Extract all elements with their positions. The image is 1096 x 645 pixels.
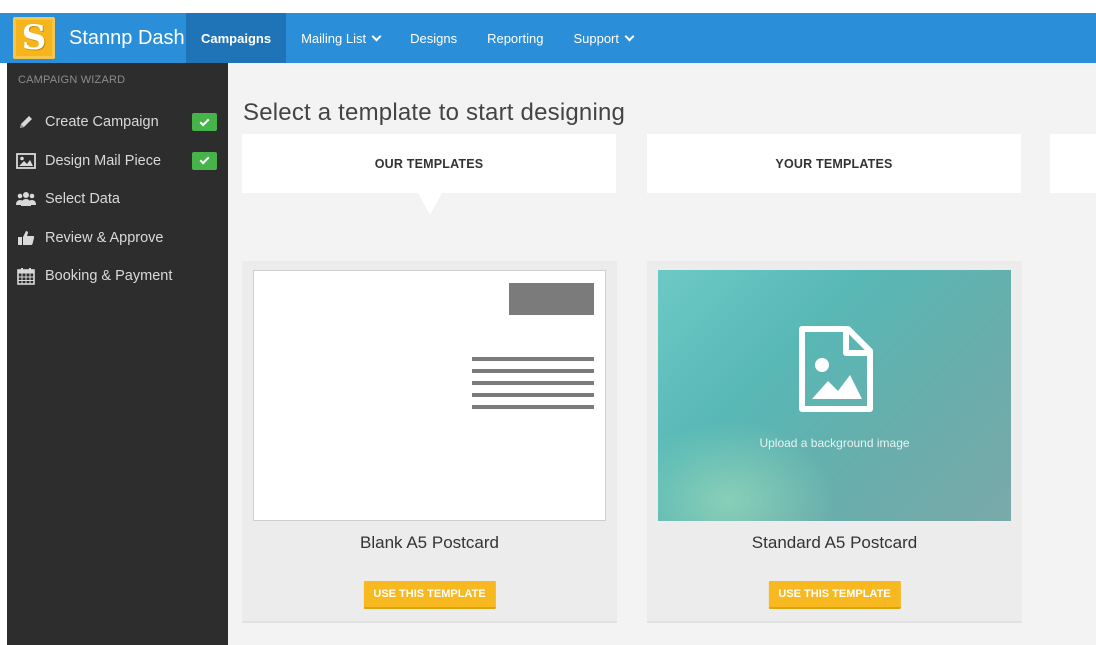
campaign-wizard-sidebar: CAMPAIGN WIZARD Create Campaign Design M… bbox=[7, 63, 228, 645]
top-navbar: S Stannp Dash Campaigns Mailing List Des… bbox=[0, 13, 1096, 63]
tab-your-templates[interactable]: YOUR TEMPLATES bbox=[647, 134, 1021, 193]
sidebar-item-select-data[interactable]: Select Data bbox=[7, 180, 228, 219]
sidebar-item-booking-payment[interactable]: Booking & Payment bbox=[7, 257, 228, 296]
page-title: Select a template to start designing bbox=[243, 99, 626, 126]
sidebar-item-design-mail-piece[interactable]: Design Mail Piece bbox=[7, 142, 228, 181]
app-name: Stannp Dash bbox=[69, 26, 185, 49]
blank-postcard-preview[interactable] bbox=[253, 270, 606, 521]
calendar-icon bbox=[16, 267, 36, 286]
brand-link[interactable]: S Stannp Dash bbox=[9, 13, 186, 63]
template-name: Standard A5 Postcard bbox=[751, 533, 918, 552]
address-line bbox=[472, 357, 594, 361]
chevron-down-icon bbox=[624, 31, 635, 41]
sidebar-item-label: Design Mail Piece bbox=[45, 152, 162, 169]
sidebar-title: CAMPAIGN WIZARD bbox=[18, 74, 126, 86]
image-file-icon bbox=[799, 326, 873, 412]
thumbs-up-icon bbox=[16, 229, 36, 247]
nav-reporting[interactable]: Reporting bbox=[472, 13, 558, 63]
nav-designs[interactable]: Designs bbox=[395, 13, 472, 63]
stannp-logo: S bbox=[13, 17, 55, 59]
sidebar-item-create-campaign[interactable]: Create Campaign bbox=[7, 103, 228, 142]
standard-postcard-preview[interactable]: Upload a background image bbox=[658, 270, 1011, 521]
image-icon bbox=[16, 152, 36, 170]
sidebar-item-label: Review & Approve bbox=[45, 229, 164, 246]
chevron-down-icon bbox=[371, 31, 382, 41]
users-icon bbox=[16, 190, 36, 208]
pencil-icon bbox=[16, 113, 36, 131]
address-line bbox=[472, 405, 594, 409]
use-template-button[interactable]: USE THIS TEMPLATE bbox=[768, 581, 901, 609]
sidebar-item-label: Select Data bbox=[45, 191, 120, 208]
nav-campaigns[interactable]: Campaigns bbox=[186, 13, 287, 63]
active-tab-pointer bbox=[418, 193, 442, 215]
tab-our-templates[interactable]: OUR TEMPLATES bbox=[242, 134, 616, 193]
nav-mailing-list[interactable]: Mailing List bbox=[286, 13, 395, 63]
tab-partial[interactable] bbox=[1050, 134, 1096, 193]
address-line bbox=[472, 369, 594, 373]
main-content: Select a template to start designing OUR… bbox=[228, 63, 1096, 645]
check-icon bbox=[192, 113, 217, 131]
stamp-placeholder bbox=[509, 283, 594, 315]
sidebar-item-label: Booking & Payment bbox=[45, 268, 173, 285]
template-card-standard: Upload a background image Standard A5 Po… bbox=[647, 261, 1022, 623]
sidebar-item-review-approve[interactable]: Review & Approve bbox=[7, 219, 228, 258]
nav-support[interactable]: Support bbox=[558, 13, 648, 63]
address-line bbox=[472, 393, 594, 397]
upload-background-text: Upload a background image bbox=[759, 436, 910, 450]
main-nav: Campaigns Mailing List Designs Reporting… bbox=[186, 13, 648, 63]
sidebar-item-label: Create Campaign bbox=[45, 114, 159, 131]
check-icon bbox=[192, 151, 217, 170]
template-name: Blank A5 Postcard bbox=[360, 533, 499, 552]
use-template-button[interactable]: USE THIS TEMPLATE bbox=[363, 581, 496, 609]
address-line bbox=[472, 381, 594, 385]
template-card-blank: Blank A5 Postcard USE THIS TEMPLATE bbox=[242, 261, 617, 623]
